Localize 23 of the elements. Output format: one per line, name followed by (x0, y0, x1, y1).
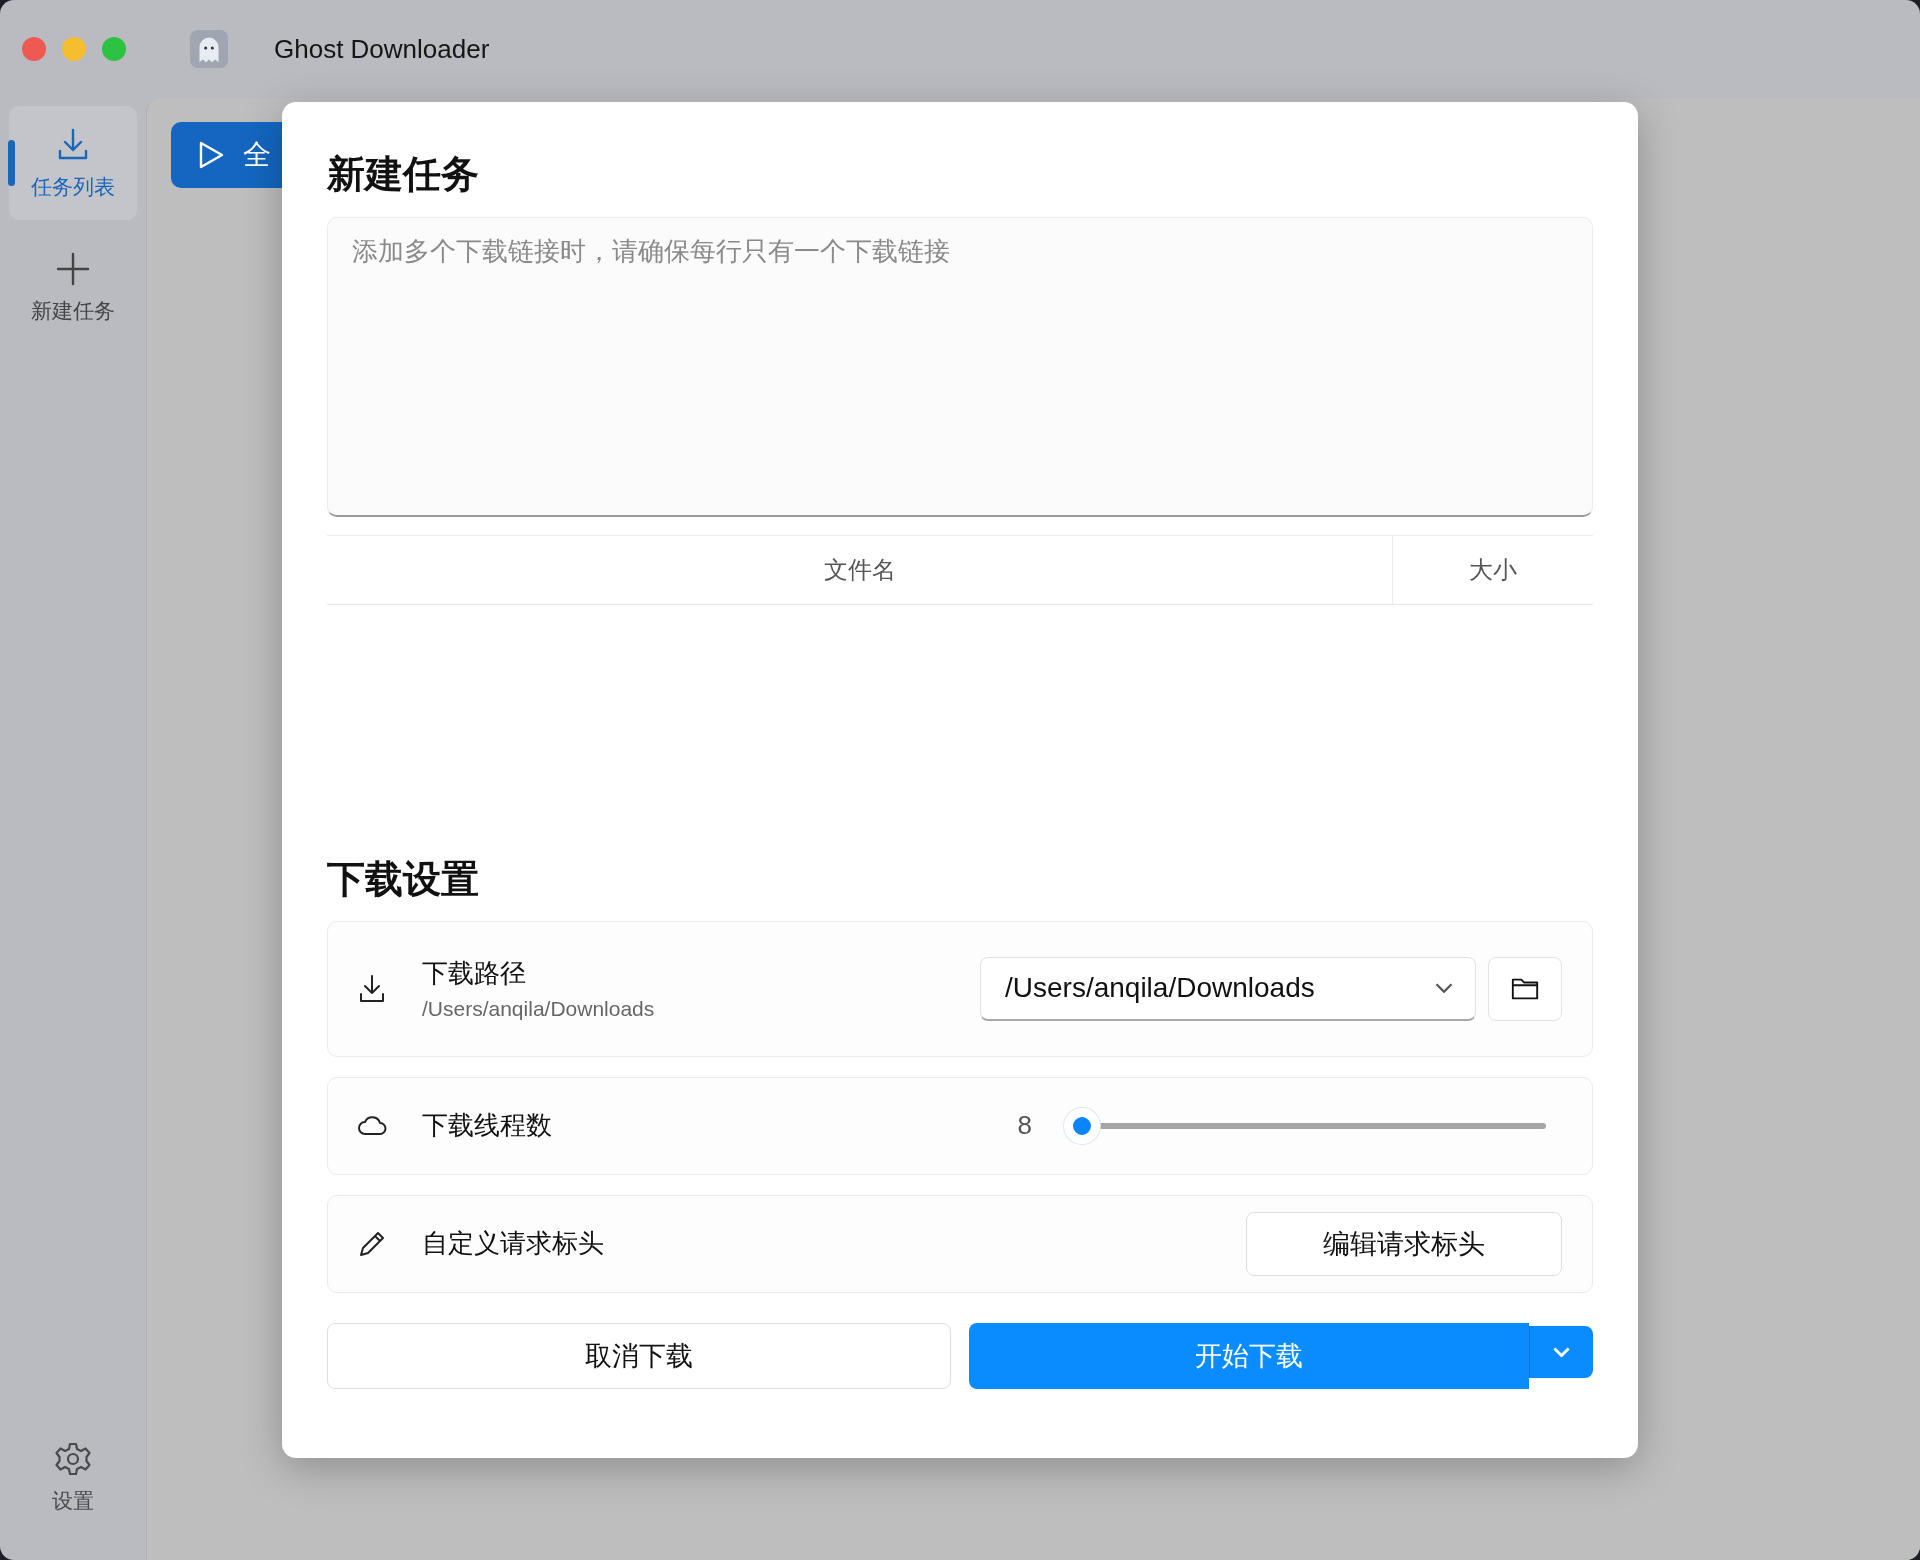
window-title: Ghost Downloader (274, 33, 490, 65)
column-header[interactable]: 文件名 (327, 536, 1393, 605)
dropdown-button[interactable] (1529, 1325, 1593, 1378)
column-header[interactable]: 大小 (1393, 536, 1593, 605)
browse-folder-button[interactable] (1488, 956, 1562, 1021)
links-field[interactable]: 添加多个下载链接时，请确保每行只有一个下载链接 (327, 217, 1593, 518)
setting-label: 下载线程数 (422, 1109, 553, 1143)
settings-item[interactable]: 设置 (9, 1420, 137, 1534)
sidebar-item[interactable]: 新建任务 (9, 230, 137, 344)
chevron-down-icon (1553, 1346, 1570, 1357)
close-button[interactable] (22, 37, 46, 61)
ghost-app-icon (190, 30, 228, 68)
edit-headers-button[interactable]: 编辑请求标头 (1246, 1211, 1562, 1276)
section-title: 下载设置 (327, 857, 480, 903)
chevron-down-icon (1435, 983, 1453, 994)
cancel-button[interactable]: 取消下载 (327, 1322, 951, 1389)
slider-value: 8 (1017, 1110, 1032, 1142)
setting-label: 自定义请求标头 (422, 1227, 605, 1261)
zoom-button[interactable] (102, 37, 126, 61)
path-dropdown[interactable]: /Users/anqila/Downloads (980, 956, 1476, 1021)
selection-indicator (8, 140, 15, 186)
setting-label: 下载路径 (422, 957, 527, 991)
setting-description: /Users/anqila/Downloads (422, 997, 656, 1022)
